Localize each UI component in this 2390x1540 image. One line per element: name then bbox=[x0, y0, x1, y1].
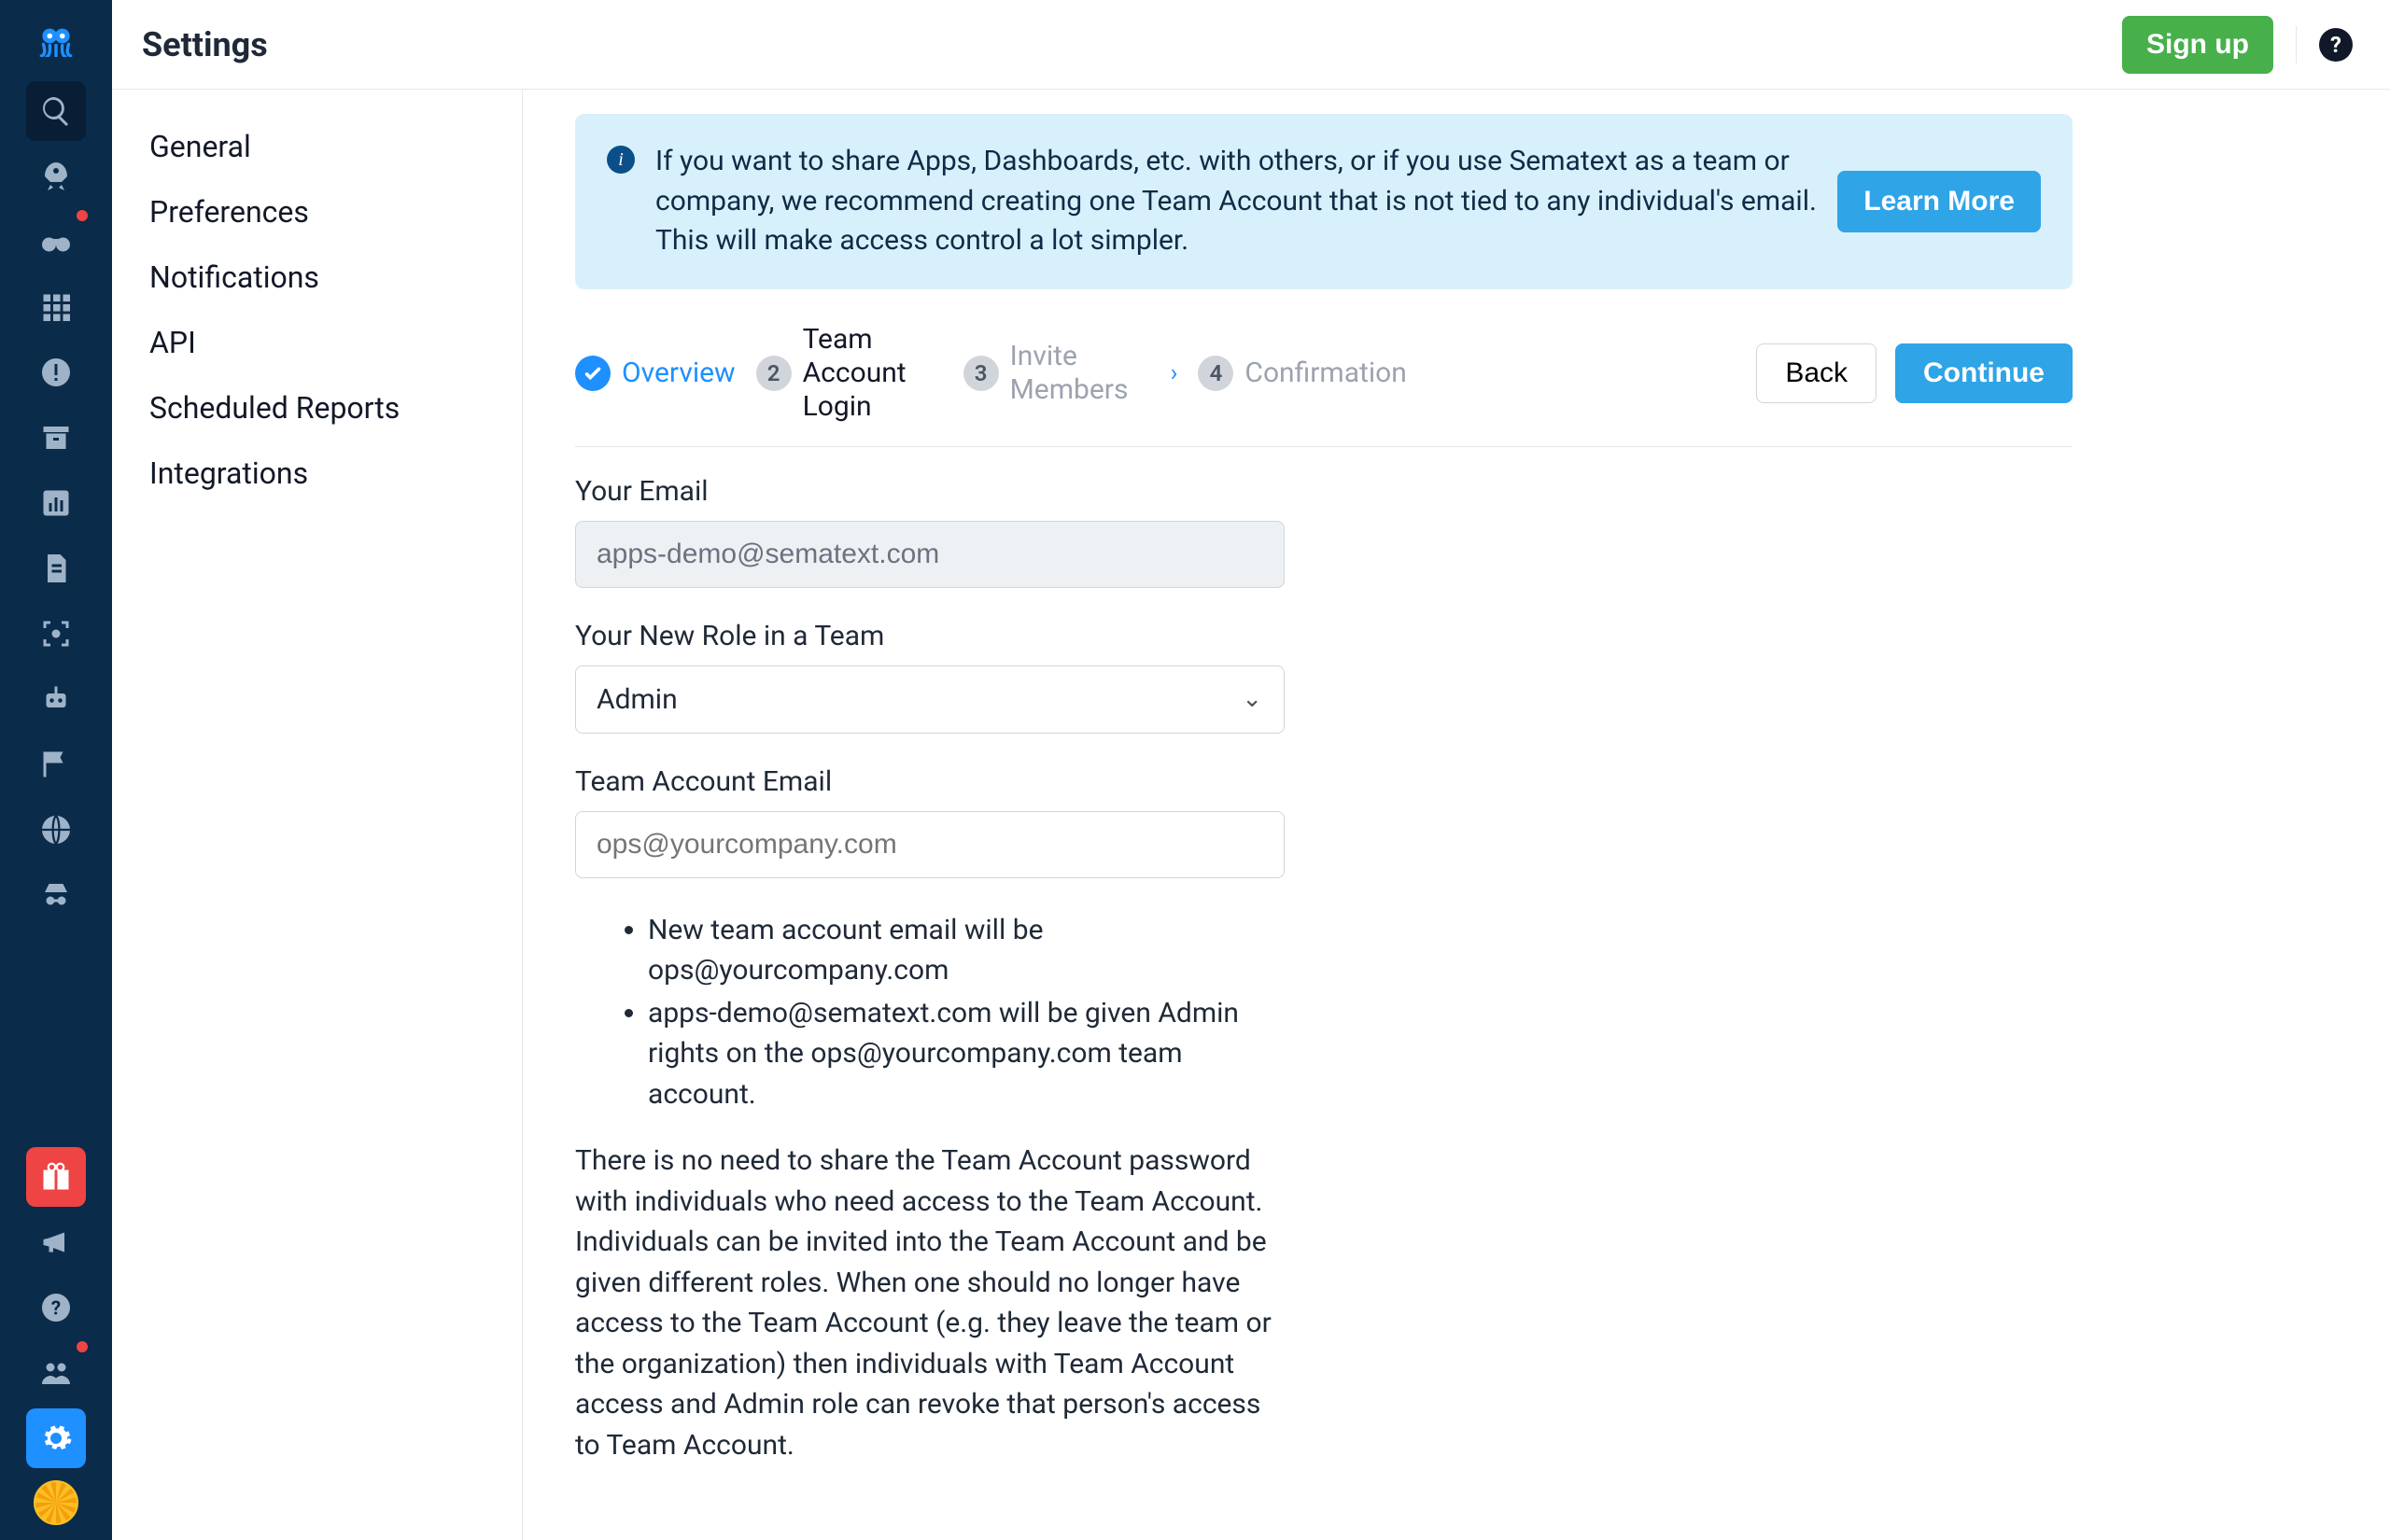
gift-icon[interactable] bbox=[26, 1147, 86, 1207]
megaphone-icon[interactable] bbox=[26, 1212, 86, 1272]
globe-icon[interactable] bbox=[26, 800, 86, 860]
email-field bbox=[575, 521, 1285, 588]
step-label: Overview bbox=[622, 357, 736, 390]
notification-badge bbox=[75, 1339, 90, 1354]
incognito-icon[interactable] bbox=[26, 865, 86, 925]
subnav-integrations[interactable]: Integrations bbox=[112, 441, 522, 506]
help-icon[interactable]: ? bbox=[26, 1278, 86, 1337]
signup-button[interactable]: Sign up bbox=[2122, 16, 2273, 74]
back-button[interactable]: Back bbox=[1756, 343, 1877, 403]
svg-text:?: ? bbox=[51, 1298, 61, 1321]
help-circle-icon[interactable]: ? bbox=[2319, 28, 2353, 62]
step-label: Team Account Login bbox=[803, 323, 943, 424]
step-number: 3 bbox=[963, 356, 999, 391]
step-confirmation[interactable]: 4 Confirmation bbox=[1198, 356, 1406, 391]
list-item: apps-demo@sematext.com will be given Adm… bbox=[648, 993, 1283, 1115]
page-title: Settings bbox=[142, 25, 268, 64]
search-icon[interactable] bbox=[26, 81, 86, 141]
user-avatar[interactable] bbox=[34, 1480, 78, 1525]
document-icon[interactable] bbox=[26, 539, 86, 598]
step-label: Confirmation bbox=[1244, 357, 1406, 390]
step-number: 4 bbox=[1198, 356, 1233, 391]
team-email-label: Team Account Email bbox=[575, 765, 1285, 798]
list-item: New team account email will be ops@yourc… bbox=[648, 910, 1283, 991]
topbar: Settings Sign up ? bbox=[112, 0, 2390, 90]
subnav-preferences[interactable]: Preferences bbox=[112, 179, 522, 245]
team-email-field[interactable] bbox=[575, 811, 1285, 878]
chart-icon[interactable] bbox=[26, 473, 86, 533]
subnav-scheduled-reports[interactable]: Scheduled Reports bbox=[112, 375, 522, 441]
role-label: Your New Role in a Team bbox=[575, 620, 1285, 652]
subnav-general[interactable]: General bbox=[112, 114, 522, 179]
continue-button[interactable]: Continue bbox=[1895, 343, 2073, 403]
step-overview[interactable]: Overview bbox=[575, 356, 736, 391]
grid-icon[interactable] bbox=[26, 277, 86, 337]
info-paragraph: There is no need to share the Team Accou… bbox=[575, 1141, 1285, 1465]
step-invite-members[interactable]: 3 Invite Members bbox=[963, 340, 1150, 407]
left-rail: ? bbox=[0, 0, 112, 1540]
content: i If you want to share Apps, Dashboards,… bbox=[523, 90, 2390, 1540]
role-select[interactable]: Admin bbox=[575, 665, 1285, 734]
info-bullets: New team account email will be ops@yourc… bbox=[648, 910, 1283, 1115]
subnav-notifications[interactable]: Notifications bbox=[112, 245, 522, 310]
chevron-right-icon: › bbox=[1171, 359, 1178, 387]
step-label: Invite Members bbox=[1010, 340, 1150, 407]
learn-more-button[interactable]: Learn More bbox=[1837, 171, 2041, 232]
binoculars-icon[interactable] bbox=[26, 212, 86, 272]
step-team-account-login[interactable]: 2 Team Account Login bbox=[756, 323, 943, 424]
stepper: Overview 2 Team Account Login 3 Invite M… bbox=[575, 323, 2073, 447]
info-icon: i bbox=[607, 146, 635, 174]
settings-icon[interactable] bbox=[26, 1408, 86, 1468]
settings-subnav: General Preferences Notifications API Sc… bbox=[112, 90, 523, 1540]
divider bbox=[2296, 26, 2297, 63]
rocket-icon[interactable] bbox=[26, 147, 86, 206]
step-number: 2 bbox=[756, 356, 792, 391]
subnav-api[interactable]: API bbox=[112, 310, 522, 375]
flag-icon[interactable] bbox=[26, 735, 86, 794]
alert-icon[interactable] bbox=[26, 343, 86, 402]
robot-icon[interactable] bbox=[26, 669, 86, 729]
app-logo[interactable] bbox=[14, 7, 98, 73]
team-icon[interactable] bbox=[26, 1343, 86, 1403]
info-banner: i If you want to share Apps, Dashboards,… bbox=[575, 114, 2073, 289]
check-icon bbox=[575, 356, 611, 391]
focus-icon[interactable] bbox=[26, 604, 86, 664]
email-label: Your Email bbox=[575, 475, 1285, 508]
archive-icon[interactable] bbox=[26, 408, 86, 468]
banner-text: If you want to share Apps, Dashboards, e… bbox=[655, 142, 1817, 261]
notification-badge bbox=[75, 208, 90, 223]
